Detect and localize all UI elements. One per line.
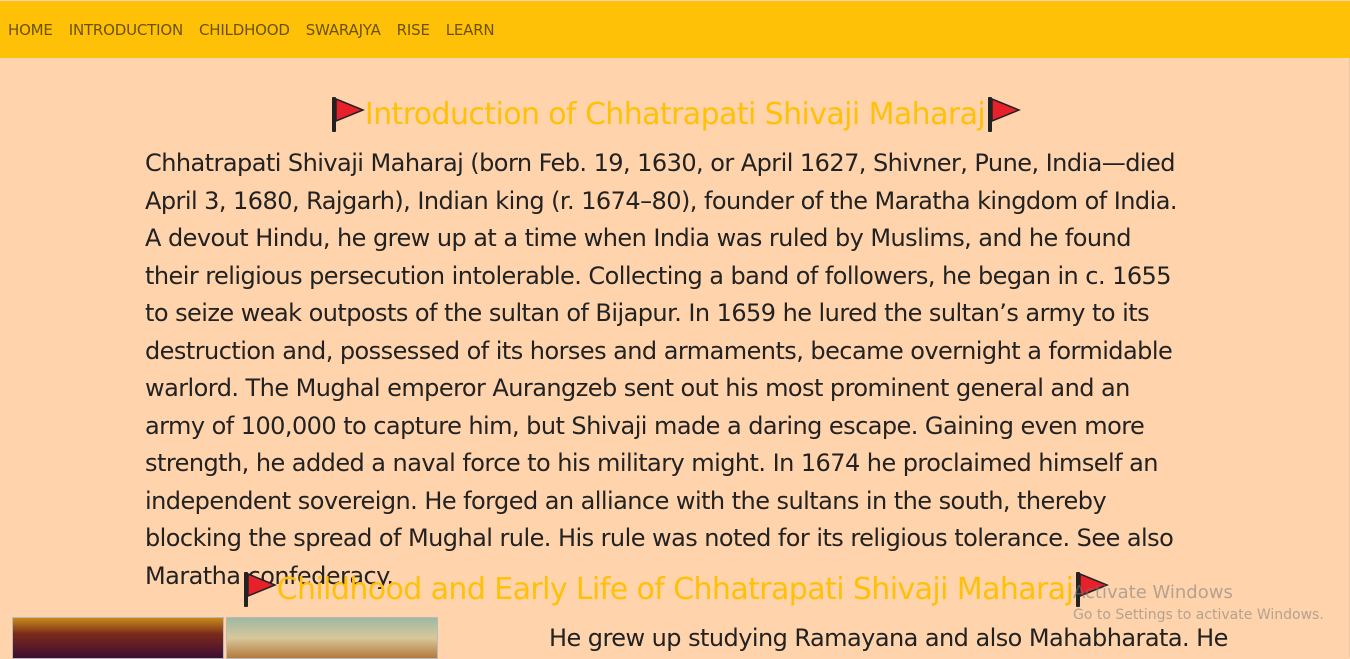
introduction-heading: Introduction of Chhatrapati Shivaji Maha…	[0, 92, 1350, 136]
nav-home-link[interactable]: HOME	[8, 21, 53, 39]
childhood-heading-text: Childhood and Early Life of Chhatrapati …	[276, 571, 1074, 607]
top-navbar: HOME INTRODUCTION CHILDHOOD SWARAJYA RIS…	[0, 1, 1350, 58]
nav-rise-link[interactable]: RISE	[397, 21, 430, 39]
nav-swarajya-link[interactable]: SWARAJYA	[306, 21, 381, 39]
introduction-heading-text: Introduction of Chhatrapati Shivaji Maha…	[364, 96, 986, 132]
nav-childhood-link[interactable]: CHILDHOOD	[199, 21, 290, 39]
shivaji-portrait-image	[12, 617, 224, 659]
flag-icon	[985, 95, 1022, 133]
flag-icon	[241, 570, 277, 608]
nav-learn-link[interactable]: LEARN	[446, 21, 495, 39]
watermark-subtitle: Go to Settings to activate Windows.	[1073, 607, 1324, 623]
childhood-painting-image	[226, 617, 438, 659]
flag-icon	[329, 95, 365, 133]
introduction-paragraph: Chhatrapati Shivaji Maharaj (born Feb. 1…	[145, 149, 1178, 590]
childhood-paragraph: He grew up studying Ramayana and also Ma…	[549, 624, 1228, 652]
watermark-title: Activate Windows	[1073, 582, 1233, 603]
nav-introduction-link[interactable]: INTRODUCTION	[69, 21, 183, 39]
activate-windows-watermark: Activate Windows Go to Settings to activ…	[1073, 582, 1324, 623]
